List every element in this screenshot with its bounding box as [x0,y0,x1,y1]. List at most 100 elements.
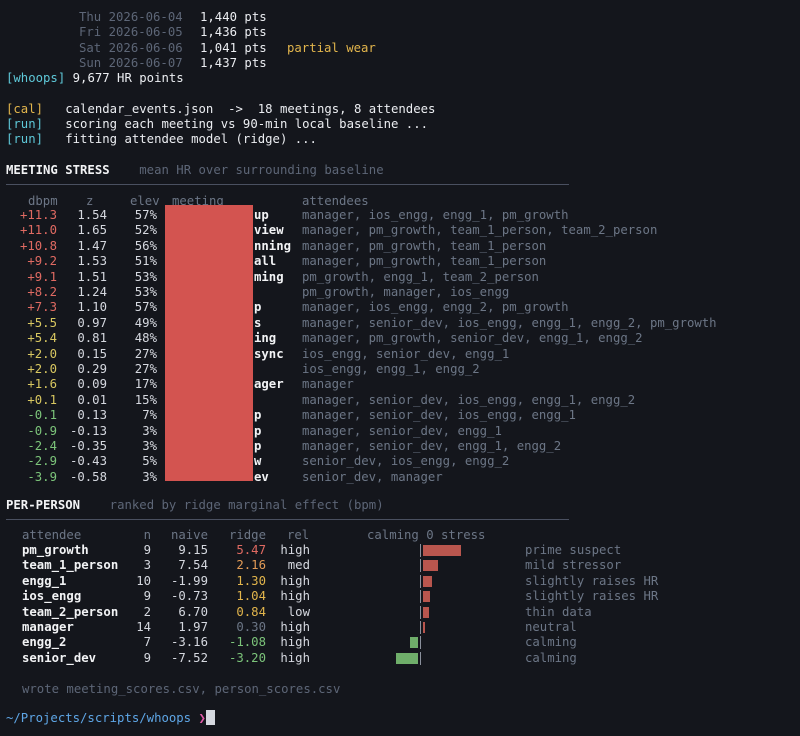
person-naive: -3.16 [170,635,208,650]
bar-axis [420,651,421,665]
bar-axis [420,559,421,573]
meeting-z: 0.97 [77,315,107,330]
meeting-dbpm: +8.2 [27,285,57,299]
meeting-attendees: manager, ios_engg, engg_1, pm_growth [302,208,569,222]
meeting-name: view [254,223,284,238]
meeting-elev: 3% [142,423,157,438]
col-rel: rel [287,528,310,542]
meeting-name: w [254,454,262,469]
person-naive: 7.54 [178,558,208,573]
person-rel: high [280,573,310,588]
col-attendee: attendee [22,528,82,542]
bar-axis [420,590,421,604]
person-label: mild stressor [525,558,622,573]
person-name: engg_2 [22,635,67,650]
person-label: calming [525,635,577,650]
day-points: 1,041 pts [200,40,267,55]
redaction-block [165,205,253,481]
day-note: partial wear [287,40,376,55]
meeting-z: 0.13 [77,408,107,423]
meeting-attendees: ios_engg, engg_1, engg_2 [302,362,480,376]
col-scale: calming 0 stress [367,528,486,542]
meeting-attendees: manager, senior_dev, ios_engg, engg_1, e… [302,392,636,407]
meeting-elev: 49% [134,315,157,330]
person-n: 9 [143,650,151,665]
person-n: 2 [143,604,151,619]
shell-prompt: ~/Projects/scripts/whoops ❯ [6,711,206,726]
meeting-z: 1.65 [77,223,107,238]
meeting-elev: 17% [134,377,157,392]
person-name: pm_growth [22,543,89,557]
meeting-elev: 27% [134,346,157,361]
person-name: team_1_person [22,558,119,573]
day-points: 1,436 pts [200,25,267,40]
person-naive: 9.15 [178,543,208,557]
col-attendees: attendees [302,194,369,208]
section-divider [6,184,569,185]
person-rel: high [280,635,310,650]
meeting-dbpm: +9.2 [27,254,57,269]
person-n: 14 [136,620,151,634]
day-date: Sat 2026-06-06 [79,40,183,55]
person-label: thin data [525,604,592,619]
person-n: 9 [143,543,151,557]
meeting-elev: 51% [134,254,157,269]
meeting-dbpm: -2.4 [27,439,57,453]
meeting-attendees: manager, senior_dev, ios_engg, engg_1, e… [302,315,717,330]
ridge-effect-bar [423,560,439,572]
meeting-section-header: MEETING STRESS mean HR over surrounding … [6,163,384,178]
meeting-name: ing [254,331,277,346]
col-dbpm: dbpm [28,194,58,208]
person-ridge: 2.16 [236,558,266,573]
col-n: n [143,528,151,542]
meeting-dbpm: +9.1 [27,269,57,284]
person-ridge: -3.20 [228,650,266,665]
ridge-effect-bar [423,591,431,603]
meeting-elev: 27% [134,362,157,376]
meeting-z: 0.81 [77,331,107,346]
meeting-z: 0.09 [77,377,107,392]
person-name: ios_engg [22,589,82,604]
bar-axis [420,605,421,619]
meeting-attendees: ios_engg, senior_dev, engg_1 [302,346,510,361]
meeting-name: ager [254,377,284,392]
meeting-dbpm: -2.9 [27,454,57,469]
meeting-name: sync [254,346,284,361]
day-points: 1,440 pts [200,10,267,24]
meeting-attendees: manager, senior_dev, ios_engg, engg_1 [302,408,576,423]
ridge-effect-bar [423,575,433,587]
meeting-name: p [254,300,262,315]
meeting-name: ev [254,469,269,484]
whoops-tag: [whoops] [6,71,66,85]
ridge-effect-bar [423,545,462,556]
section-divider [6,519,569,520]
meeting-dbpm: +5.5 [27,315,57,330]
terminal-cursor[interactable] [206,710,215,725]
person-rel: low [287,604,310,619]
meeting-z: -0.35 [69,439,107,453]
meeting-dbpm: -0.1 [27,408,57,423]
meeting-dbpm: +0.1 [27,392,57,407]
log-tag: [run] [6,132,44,146]
meeting-dbpm: -0.9 [27,423,57,438]
meeting-z: 1.47 [77,238,107,253]
ridge-effect-bar [410,637,418,649]
meeting-elev: 15% [134,392,157,407]
meeting-elev: 48% [134,331,157,346]
meeting-attendees: manager [302,377,354,392]
meeting-attendees: senior_dev, manager [302,469,443,484]
meeting-attendees: manager, senior_dev, engg_1, engg_2 [302,439,562,453]
meeting-elev: 53% [134,285,157,299]
meeting-attendees: senior_dev, ios_engg, engg_2 [302,454,510,469]
meeting-attendees: pm_growth, engg_1, team_2_person [302,269,539,284]
log-text: scoring each meeting vs 90-min local bas… [65,117,429,131]
whoops-line: [whoops] 9,677 HR points [6,71,184,86]
meeting-dbpm: +2.0 [27,362,57,376]
meeting-z: 1.10 [77,300,107,315]
person-rel: high [280,620,310,634]
meeting-dbpm: +1.6 [27,377,57,392]
person-name: manager [22,620,74,634]
whoops-text: 9,677 HR points [72,71,184,85]
log-text: calendar_events.json -> 18 meetings, 8 a… [65,102,436,116]
ridge-effect-bar [423,606,429,618]
